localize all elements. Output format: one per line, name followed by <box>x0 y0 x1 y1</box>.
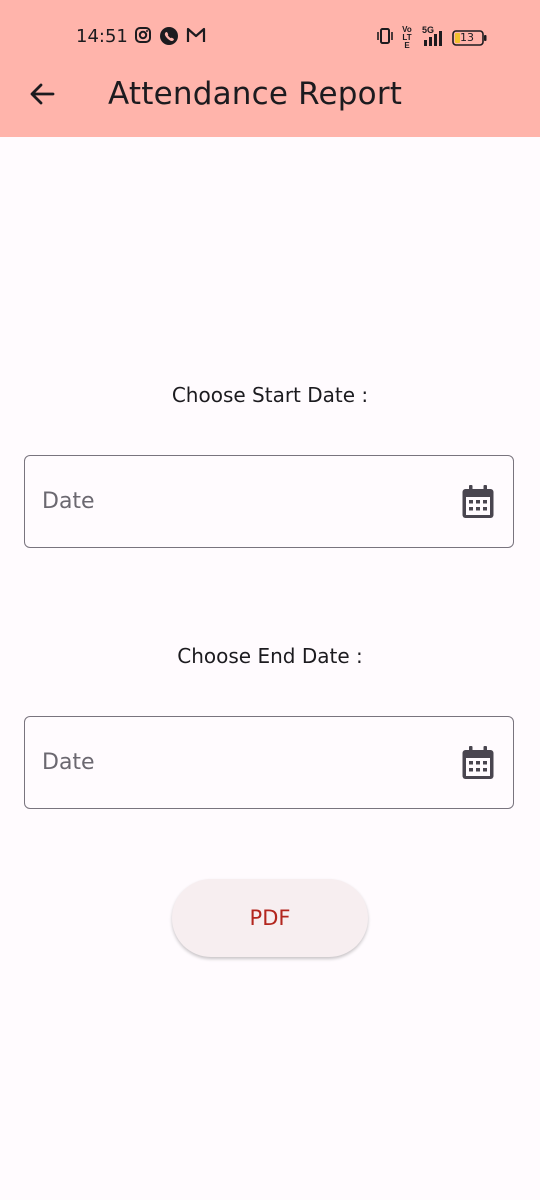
battery-level: 13 <box>460 31 474 44</box>
page-title: Attendance Report <box>108 76 403 112</box>
calendar-icon[interactable] <box>461 484 495 520</box>
start-date-label: Choose Start Date : <box>171 383 369 407</box>
end-date-field[interactable]: Date <box>24 716 514 809</box>
app-bar: 14:51 Vo LTE 5G 13 Attendance Report <box>0 0 540 137</box>
vibrate-icon <box>376 27 394 50</box>
end-date-placeholder: Date <box>42 750 95 775</box>
instagram-icon <box>134 26 152 51</box>
gmail-icon <box>186 26 206 51</box>
notification-icons <box>134 26 206 51</box>
start-date-field[interactable]: Date <box>24 455 514 548</box>
pdf-button[interactable]: PDF <box>172 879 368 957</box>
status-time: 14:51 <box>76 26 128 47</box>
system-status-icons: Vo LTE 5G 13 <box>376 25 488 50</box>
calendar-icon[interactable] <box>461 745 495 781</box>
start-date-placeholder: Date <box>42 489 95 514</box>
signal-5g-icon: 5G <box>420 25 446 47</box>
end-date-label: Choose End Date : <box>177 644 363 668</box>
volte-icon: Vo LTE <box>402 25 412 50</box>
back-button[interactable] <box>22 74 62 114</box>
arrow-back-icon <box>30 83 55 105</box>
battery-icon: 13 <box>452 30 488 46</box>
whatsapp-icon <box>159 26 179 51</box>
